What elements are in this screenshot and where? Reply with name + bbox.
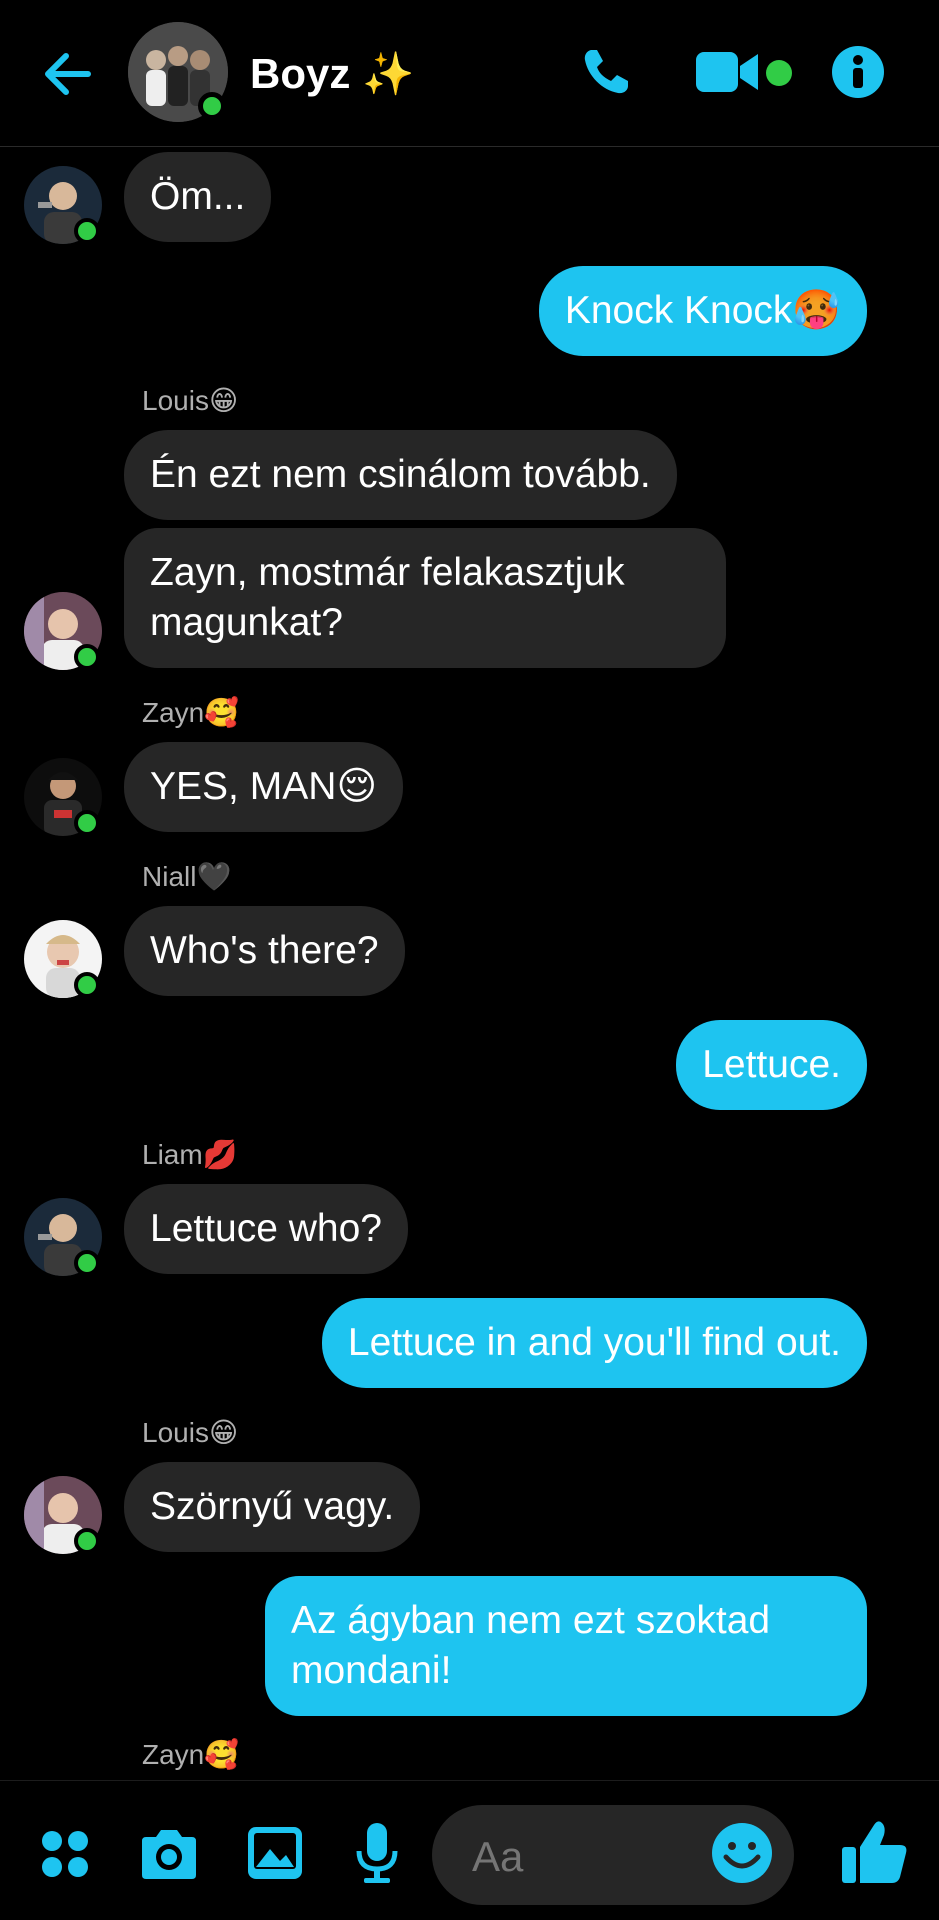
online-indicator <box>74 1250 100 1276</box>
phone-icon[interactable] <box>578 44 634 100</box>
chat-header: Boyz ✨ <box>0 0 939 147</box>
online-indicator <box>198 92 226 120</box>
thumbs-up-icon[interactable] <box>840 1817 910 1887</box>
message-line: mondani! <box>291 1649 452 1692</box>
chat-title[interactable]: Boyz ✨ <box>250 50 414 99</box>
info-icon[interactable] <box>830 44 886 100</box>
sender-name: Liam💋 <box>142 1139 238 1170</box>
image-icon[interactable] <box>246 1825 304 1881</box>
video-active-indicator <box>766 60 792 86</box>
camera-icon[interactable] <box>138 1827 200 1881</box>
apps-icon[interactable] <box>40 1829 90 1879</box>
message-line: magunkat? <box>150 601 343 644</box>
online-indicator <box>74 810 100 836</box>
message-line: Az ágyban nem ezt szoktad <box>291 1599 771 1642</box>
sender-name: Louis😁 <box>142 385 239 416</box>
message-bubble[interactable]: Lettuce. <box>676 1020 867 1110</box>
message-bubble[interactable]: Lettuce in and you'll find out. <box>321 1298 867 1388</box>
message-input-container[interactable] <box>432 1805 794 1905</box>
microphone-icon[interactable] <box>354 1821 400 1885</box>
emoji-icon[interactable] <box>710 1821 774 1885</box>
message-bubble[interactable]: Öm... <box>124 152 272 242</box>
message-bubble[interactable]: Szörnyű vagy. <box>124 1462 421 1552</box>
message-line: Zayn, mostmár felakasztjuk <box>150 551 625 594</box>
online-indicator <box>74 972 100 998</box>
sender-name: Zayn🥰 <box>142 1739 240 1770</box>
composer-bar <box>0 1780 939 1920</box>
back-arrow-icon[interactable] <box>38 44 98 104</box>
message-input[interactable] <box>472 1833 692 1881</box>
message-bubble[interactable]: Az ágyban nem ezt szoktad mondani! <box>265 1576 867 1716</box>
video-camera-icon[interactable] <box>696 48 760 96</box>
message-bubble[interactable]: YES, MAN😌 <box>124 742 404 832</box>
message-list[interactable]: Öm... Knock Knock🥵 Louis😁 Én ezt nem csi… <box>0 148 939 1780</box>
sender-name: Louis😁 <box>142 1417 239 1448</box>
online-indicator <box>74 218 100 244</box>
sender-name: Zayn🥰 <box>142 697 240 728</box>
online-indicator <box>74 644 100 670</box>
message-bubble[interactable]: Lettuce who? <box>124 1184 409 1274</box>
message-bubble[interactable]: Én ezt nem csinálom tovább. <box>124 430 677 520</box>
online-indicator <box>74 1528 100 1554</box>
message-bubble[interactable]: Knock Knock🥵 <box>538 266 867 356</box>
message-bubble[interactable]: Zayn, mostmár felakasztjuk magunkat? <box>124 528 726 668</box>
message-bubble[interactable]: Who's there? <box>124 906 405 996</box>
sender-name: Niall🖤 <box>142 861 232 892</box>
